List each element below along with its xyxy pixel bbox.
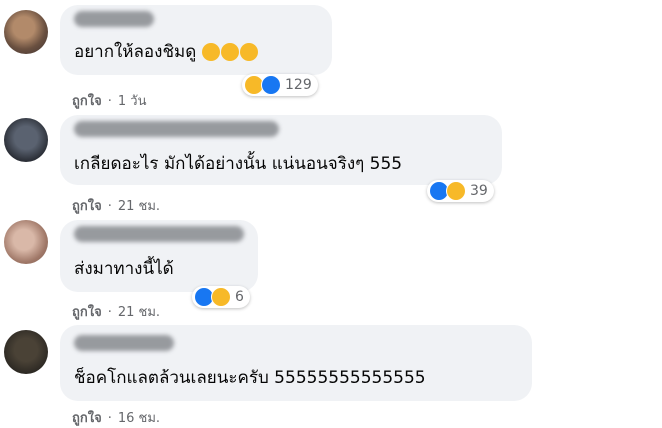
rofl-emoji [201,43,220,61]
rofl-emoji [239,43,258,61]
comment-meta: ถูกใจ · 1 วัน [72,90,146,111]
comment-text: เกลียดอะไร มักได้อย่างนั้น แน่นอนจริงๆ 5… [74,154,403,174]
comment-text: ส่งมาทางนี้ได้ [74,259,174,279]
like-link[interactable]: ถูกใจ [72,199,102,214]
comment-text: อยากให้ลองชิมดู [74,41,259,63]
comment-meta: ถูกใจ · 21 ชม. [72,301,160,322]
like-icon [261,75,281,95]
reaction-summary[interactable]: 39 [427,180,494,202]
commenter-name-blurred[interactable] [74,121,279,137]
separator-dot: · [107,411,112,426]
avatar[interactable] [4,10,48,54]
haha-icon [446,181,466,201]
commenter-name-blurred[interactable] [74,11,154,27]
separator-dot: · [107,305,112,320]
reaction-count: 6 [235,289,244,305]
comment-bubble: อยากให้ลองชิมดู [60,5,332,75]
timestamp[interactable]: 1 วัน [118,94,147,109]
like-link[interactable]: ถูกใจ [72,305,102,320]
rofl-emoji [220,43,239,61]
reaction-count: 129 [285,77,312,93]
timestamp[interactable]: 21 ชม. [118,199,160,214]
haha-icon [211,287,231,307]
avatar[interactable] [4,118,48,162]
comment-bubble: เกลียดอะไร มักได้อย่างนั้น แน่นอนจริงๆ 5… [60,115,502,185]
separator-dot: · [107,94,112,109]
avatar[interactable] [4,330,48,374]
reaction-summary[interactable]: 129 [242,74,318,96]
avatar[interactable] [4,220,48,264]
reaction-summary[interactable]: 6 [192,286,250,308]
comment-text: ช็อคโกแลตล้วนเลยนะครับ 55555555555555 [74,368,426,388]
comment-meta: ถูกใจ · 21 ชม. [72,195,160,216]
separator-dot: · [107,199,112,214]
reaction-count: 39 [470,183,488,199]
commenter-name-blurred[interactable] [74,226,244,242]
like-link[interactable]: ถูกใจ [72,94,102,109]
commenter-name-blurred[interactable] [74,335,174,351]
like-link[interactable]: ถูกใจ [72,411,102,426]
timestamp[interactable]: 16 ชม. [118,411,160,426]
comment-bubble: ส่งมาทางนี้ได้ [60,220,258,292]
comment-bubble: ช็อคโกแลตล้วนเลยนะครับ 55555555555555 [60,325,532,401]
timestamp[interactable]: 21 ชม. [118,305,160,320]
